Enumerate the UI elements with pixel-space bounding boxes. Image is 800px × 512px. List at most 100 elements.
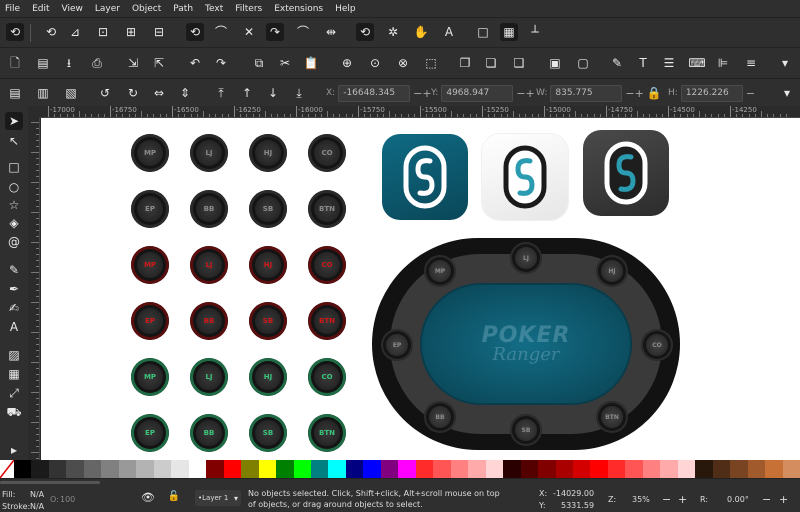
snap-page-border-icon[interactable]: □ <box>474 23 492 41</box>
y-adjust-icon[interactable]: −+ <box>516 87 534 100</box>
zoom-in-icon[interactable]: + <box>678 493 687 506</box>
import-icon[interactable]: ⇲ <box>124 54 142 72</box>
color-swatch[interactable] <box>31 460 49 478</box>
color-swatch[interactable] <box>276 460 294 478</box>
3dbox-tool-icon[interactable]: ◈ <box>5 214 23 232</box>
snap-bbox-midpoint-icon[interactable]: ⊞ <box>122 23 140 41</box>
zoom-drawing-icon[interactable]: ⊙ <box>366 54 384 72</box>
zoom-value[interactable]: 35% <box>632 495 650 504</box>
new-document-icon[interactable]: 🗋 <box>6 54 24 72</box>
color-swatch[interactable] <box>625 460 643 478</box>
y-input[interactable]: 4968.947 <box>441 84 514 102</box>
color-swatch[interactable] <box>642 460 661 478</box>
lock-icon[interactable]: 🔓 <box>166 489 182 505</box>
menu-text[interactable]: Text <box>205 4 223 14</box>
duplicate-icon[interactable]: ❐ <box>456 54 474 72</box>
lock-ratio-icon[interactable]: 🔒 <box>645 84 663 102</box>
snap-bbox-icon[interactable]: ⟲ <box>42 23 60 41</box>
w-adjust-icon[interactable]: −+ <box>625 87 643 100</box>
ungroup-icon[interactable]: ▢ <box>574 54 592 72</box>
h-input[interactable]: 1226.226 <box>680 84 743 102</box>
horizontal-scrollbar[interactable] <box>0 481 100 484</box>
snap-object-center-icon[interactable]: ✲ <box>384 23 402 41</box>
ellipse-tool-icon[interactable]: ○ <box>5 178 23 196</box>
menu-filters[interactable]: Filters <box>235 4 262 14</box>
select-all-layers-icon[interactable]: ▥ <box>34 84 52 102</box>
snap-bbox-center-icon[interactable]: ⊟ <box>150 23 168 41</box>
w-input[interactable]: 835.775 <box>550 84 623 102</box>
color-swatch[interactable] <box>310 460 329 478</box>
color-swatch[interactable] <box>258 460 277 478</box>
node-tool-icon[interactable]: ↖ <box>5 132 23 150</box>
dropper-tool-icon[interactable]: ⤢ <box>5 384 23 402</box>
align-distribute-icon[interactable]: ⊫ <box>714 54 732 72</box>
rotate-ccw-icon[interactable]: ↺ <box>96 84 114 102</box>
preferences-icon[interactable]: ≡ <box>742 54 760 72</box>
rotate-cw-icon[interactable]: ↻ <box>124 84 142 102</box>
snap-nodes-icon[interactable]: ⟲ <box>186 23 204 41</box>
color-swatch[interactable] <box>83 460 102 478</box>
paste-icon[interactable]: 📋 <box>302 54 320 72</box>
color-swatch[interactable] <box>14 460 32 478</box>
color-swatch[interactable] <box>66 460 84 478</box>
color-swatch[interactable] <box>730 460 748 478</box>
snap-guide-icon[interactable]: ┴ <box>526 23 544 41</box>
fill-stroke-icon[interactable]: ✎ <box>608 54 626 72</box>
color-swatch[interactable] <box>136 460 154 478</box>
snap-grid-icon[interactable]: ▦ <box>500 23 518 41</box>
menu-help[interactable]: Help <box>335 4 356 14</box>
color-swatch[interactable] <box>171 460 189 478</box>
raise-top-icon[interactable]: ⤒ <box>212 84 230 102</box>
menu-edit[interactable]: Edit <box>32 4 49 14</box>
eye-icon[interactable]: 👁 <box>140 489 156 505</box>
color-swatch[interactable] <box>503 460 521 478</box>
pen-tool-icon[interactable]: ✒ <box>5 280 23 298</box>
color-swatch[interactable] <box>398 460 416 478</box>
snap-rotation-center-icon[interactable]: ✋ <box>412 23 430 41</box>
text-tool-icon[interactable]: A <box>5 318 23 336</box>
rotate-value[interactable]: 0.00° <box>727 495 749 504</box>
deselect-icon[interactable]: ▧ <box>62 84 80 102</box>
menu-extensions[interactable]: Extensions <box>274 4 323 14</box>
color-swatch[interactable] <box>363 460 381 478</box>
rotate-minus-icon[interactable]: − <box>762 493 771 506</box>
zoom-selection-icon[interactable]: ⊕ <box>338 54 356 72</box>
calligraphy-tool-icon[interactable]: ✍ <box>5 299 23 317</box>
color-swatch[interactable] <box>450 460 469 478</box>
menu-layer[interactable]: Layer <box>95 4 120 14</box>
redo-icon[interactable]: ↷ <box>212 54 230 72</box>
select-all-icon[interactable]: ▤ <box>6 84 24 102</box>
star-tool-icon[interactable]: ☆ <box>5 196 23 214</box>
flip-vertical-icon[interactable]: ⇕ <box>176 84 194 102</box>
copy-icon[interactable]: ⧉ <box>250 54 268 72</box>
rotate-plus-icon[interactable]: + <box>779 493 788 506</box>
layers-icon[interactable]: ☰ <box>660 54 678 72</box>
paint-bucket-tool-icon[interactable]: ⛟ <box>5 403 23 421</box>
snap-path-intersection-icon[interactable]: ✕ <box>240 23 258 41</box>
menu-file[interactable]: File <box>5 4 20 14</box>
opacity-value[interactable]: 100 <box>60 495 75 504</box>
color-swatch[interactable] <box>695 460 713 478</box>
color-swatch[interactable] <box>590 460 608 478</box>
snap-path-icon[interactable]: ⌒ <box>212 23 230 41</box>
color-swatch[interactable] <box>573 460 591 478</box>
rectangle-tool-icon[interactable]: □ <box>5 158 23 176</box>
color-swatch[interactable] <box>380 460 399 478</box>
color-swatch[interactable] <box>712 460 731 478</box>
color-swatch[interactable] <box>48 460 67 478</box>
color-swatch[interactable] <box>101 460 119 478</box>
lower-bottom-icon[interactable]: ⤓ <box>290 84 308 102</box>
unlink-clone-icon[interactable]: ❑ <box>510 54 528 72</box>
zoom-out-icon[interactable]: − <box>662 493 671 506</box>
color-swatch[interactable] <box>677 460 696 478</box>
color-swatch[interactable] <box>765 460 783 478</box>
color-swatch[interactable] <box>241 460 259 478</box>
pencil-tool-icon[interactable]: ✎ <box>5 261 23 279</box>
color-swatch[interactable] <box>747 460 766 478</box>
color-swatch[interactable] <box>293 460 311 478</box>
group-icon[interactable]: ▣ <box>546 54 564 72</box>
gradient-tool-icon[interactable]: ▨ <box>5 346 23 364</box>
snap-smooth-nodes-icon[interactable]: ⌒ <box>294 23 312 41</box>
zoom-page-icon[interactable]: ⊗ <box>394 54 412 72</box>
color-swatch[interactable] <box>345 460 364 478</box>
